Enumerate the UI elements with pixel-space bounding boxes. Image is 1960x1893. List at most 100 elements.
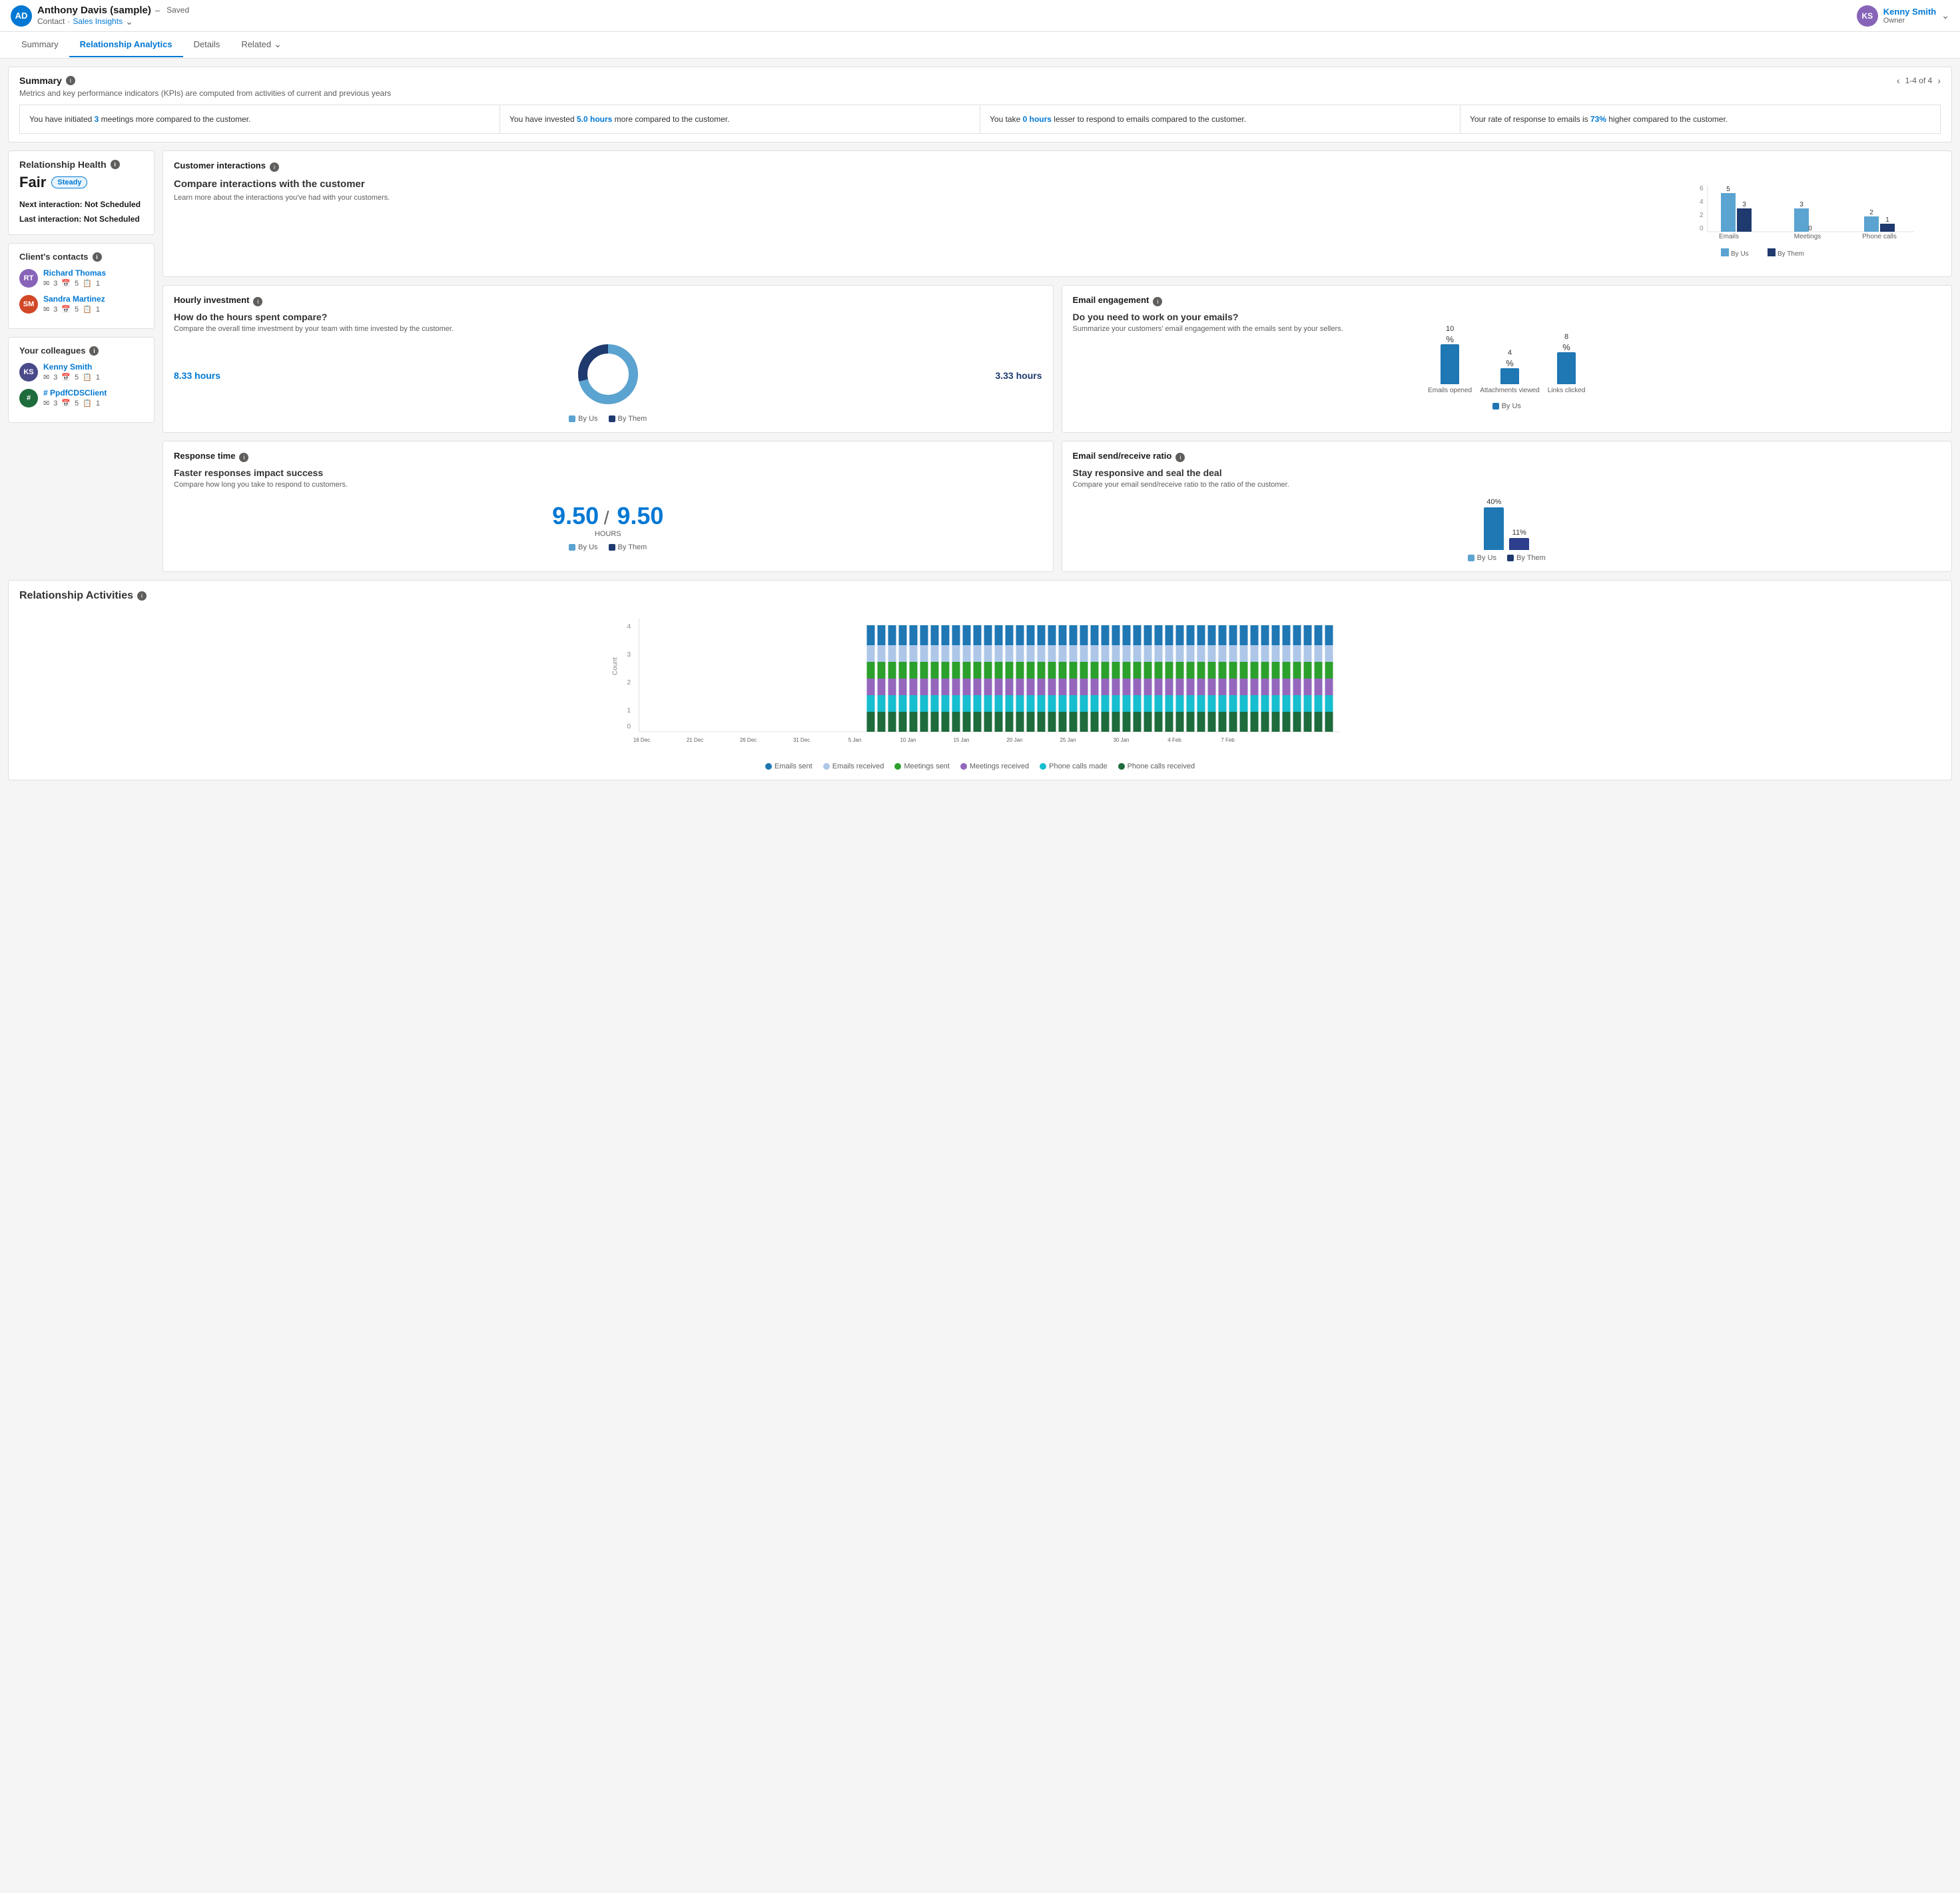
esr-pct-us: 40% xyxy=(1486,498,1501,506)
hi-them-val: 3.33 hours xyxy=(995,370,1042,381)
chevron-down-icon[interactable]: ⌄ xyxy=(125,16,133,27)
contact-sm: SM Sandra Martinez ✉ 3 📅 5 📋 1 xyxy=(19,294,143,314)
esr-info-icon[interactable]: i xyxy=(1175,453,1185,462)
rt-unit: HOURS xyxy=(174,530,1042,538)
ra-label-ms: Meetings sent xyxy=(904,762,949,770)
hi-legend-them: By Them xyxy=(609,415,647,423)
colleague-pp-name[interactable]: # PpdfCDSClient xyxy=(43,388,107,398)
header-right: KS Kenny Smith Owner ⌄ xyxy=(1857,5,1949,27)
ra-dot-ms xyxy=(894,763,901,770)
ci-info: Compare interactions with the customer L… xyxy=(174,178,1674,267)
chevron-down-icon-header[interactable]: ⌄ xyxy=(1941,10,1949,21)
tab-details[interactable]: Details xyxy=(183,33,231,57)
ra-dot-er xyxy=(823,763,830,770)
hi-legend-us-label: By Us xyxy=(578,415,597,423)
user-name[interactable]: Kenny Smith xyxy=(1883,7,1936,17)
svg-text:4: 4 xyxy=(627,623,631,631)
ee-label-3: Links clicked xyxy=(1548,387,1586,394)
call-icon-ks: 📋 xyxy=(83,373,92,382)
summary-title: Summary xyxy=(19,75,62,86)
svg-text:2: 2 xyxy=(1700,212,1704,219)
rt-legend-them-dot xyxy=(609,544,615,551)
rt-legend-us-dot xyxy=(569,544,575,551)
hi-them-hours: 3.33 hours xyxy=(995,370,1042,381)
health-info-icon[interactable]: i xyxy=(111,160,120,169)
ra-legend-ms: Meetings sent xyxy=(894,762,949,770)
svg-text:Emails: Emails xyxy=(1719,233,1739,240)
svg-text:4 Feb: 4 Feb xyxy=(1167,737,1181,743)
svg-text:By Them: By Them xyxy=(1778,250,1804,258)
hi-legend: By Us By Them xyxy=(174,415,1042,423)
contacts-info-icon[interactable]: i xyxy=(93,252,102,262)
health-title: Relationship Health xyxy=(19,159,107,170)
bar-calls-byus xyxy=(1864,216,1879,232)
email-icon-sm: ✉ xyxy=(43,305,49,314)
contact-sm-info: Sandra Martinez ✉ 3 📅 5 📋 1 xyxy=(43,294,105,314)
ra-title: Relationship Activities xyxy=(19,590,133,602)
ci-title-row: Customer interactions i xyxy=(174,160,1941,173)
health-label: Relationship Health i xyxy=(19,159,143,170)
clients-contacts-card: Client's contacts i RT Richard Thomas ✉ … xyxy=(8,243,155,329)
ee-bar-3: 8% Links clicked xyxy=(1548,333,1586,394)
rt-title: Response time xyxy=(174,451,235,461)
hi-info-icon[interactable]: i xyxy=(253,297,262,306)
contact-rt-name[interactable]: Richard Thomas xyxy=(43,268,106,278)
nav-tabs: Summary Relationship Analytics Details R… xyxy=(0,32,1960,59)
email-icon: ✉ xyxy=(43,279,49,288)
ra-dot-mr xyxy=(960,763,967,770)
esr-bar-them: 11% xyxy=(1509,529,1529,550)
ee-info-icon[interactable]: i xyxy=(1153,297,1162,306)
rt-heading: Faster responses impact success xyxy=(174,467,1042,478)
next-interaction: Next interaction: Not Scheduled xyxy=(19,198,143,212)
colleague-pp-avatar: # xyxy=(19,389,38,407)
app-link[interactable]: Sales Insights xyxy=(73,17,123,26)
ee-bar-links xyxy=(1557,352,1576,384)
tab-relationship-analytics[interactable]: Relationship Analytics xyxy=(69,33,183,57)
svg-text:26 Dec: 26 Dec xyxy=(740,737,757,743)
record-type: Contact xyxy=(37,17,65,26)
colleague-ks-name[interactable]: Kenny Smith xyxy=(43,362,100,372)
ra-legend-es: Emails sent xyxy=(765,762,813,770)
colleagues-info-icon[interactable]: i xyxy=(89,346,99,356)
ee-bar-1: 10% Emails opened xyxy=(1428,325,1472,394)
ee-heading: Do you need to work on your emails? xyxy=(1073,312,1941,322)
rt-desc: Compare how long you take to respond to … xyxy=(174,481,1042,489)
svg-text:1: 1 xyxy=(627,707,631,714)
ee-legend-dot xyxy=(1492,403,1499,409)
svg-text:15 Jan: 15 Jan xyxy=(953,737,969,743)
svg-text:20 Jan: 20 Jan xyxy=(1006,737,1022,743)
ra-dot-pm xyxy=(1040,763,1046,770)
ci-layout: Compare interactions with the customer L… xyxy=(174,178,1941,267)
summary-cards: You have initiated 3 meetings more compa… xyxy=(19,105,1941,134)
next-icon[interactable]: › xyxy=(1937,75,1941,86)
rt-info-icon[interactable]: i xyxy=(239,453,248,462)
summary-title-group: Summary i xyxy=(19,75,75,86)
svg-text:Count: Count xyxy=(612,657,619,675)
ci-info-icon[interactable]: i xyxy=(270,162,279,172)
ci-title: Customer interactions xyxy=(174,160,266,170)
summary-header: Summary i ‹ 1-4 of 4 › xyxy=(19,75,1941,86)
ee-bar-group: 10% Emails opened 4% Attachments viewed … xyxy=(1073,341,1941,394)
user-avatar: KS xyxy=(1857,5,1878,27)
donut-container xyxy=(575,341,641,409)
colleague-pp-info: # PpdfCDSClient ✉ 3 📅 5 📋 1 xyxy=(43,388,107,407)
email-send-receive-card: Email send/receive ratio i Stay responsi… xyxy=(1062,441,1953,572)
rt-title-row: Response time i xyxy=(174,451,1042,463)
esr-legend-them-dot xyxy=(1507,555,1514,561)
donut-svg xyxy=(575,341,641,407)
email-icon-pp: ✉ xyxy=(43,399,49,407)
hi-legend-them-label: By Them xyxy=(618,415,647,423)
response-time-card: Response time i Faster responses impact … xyxy=(163,441,1054,572)
summary-info-icon[interactable]: i xyxy=(66,76,75,85)
svg-text:Phone calls: Phone calls xyxy=(1862,233,1897,240)
hi-hours-row: 8.33 hours xyxy=(174,341,1042,409)
contact-sm-name[interactable]: Sandra Martinez xyxy=(43,294,105,304)
colleague-ks-stats: ✉ 3 📅 5 📋 1 xyxy=(43,373,100,382)
tab-related[interactable]: Related ⌄ xyxy=(230,32,292,58)
rt-separator: / xyxy=(604,507,615,528)
ra-info-icon[interactable]: i xyxy=(137,591,147,601)
tab-summary[interactable]: Summary xyxy=(11,33,69,57)
prev-icon[interactable]: ‹ xyxy=(1897,75,1900,86)
ra-dot-es xyxy=(765,763,772,770)
ee-desc: Summarize your customers' email engageme… xyxy=(1073,325,1941,333)
